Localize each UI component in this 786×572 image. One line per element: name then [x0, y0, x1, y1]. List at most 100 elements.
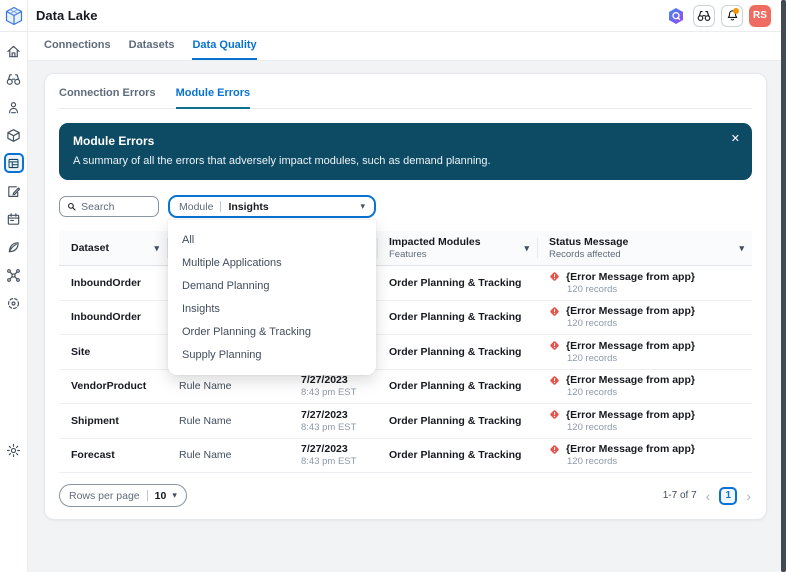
error-icon [549, 306, 560, 317]
operations-swirl-icon [6, 296, 21, 311]
leaf-icon [6, 240, 21, 255]
sort-caret-icon[interactable]: ▾ [154, 243, 159, 254]
pagination-range: 1-7 of 7 [663, 490, 697, 501]
dropdown-option-all[interactable]: All [168, 228, 376, 251]
tab-datasets[interactable]: Datasets [129, 39, 175, 60]
dropdown-option-order-planning-tracking[interactable]: Order Planning & Tracking [168, 320, 376, 343]
calendar-icon [6, 212, 21, 227]
notifications-button[interactable] [721, 5, 743, 27]
date-cell: 7/27/2023 8:43 pm EST [289, 405, 377, 437]
table-header-row: Dataset ▾ Impacted Modules Features [59, 231, 752, 266]
dropdown-option-supply-planning[interactable]: Supply Planning [168, 343, 376, 366]
dataset-cell: Forecast [59, 445, 167, 465]
dataset-cell: InboundOrder [59, 273, 167, 293]
column-header-dataset[interactable]: Dataset ▾ [59, 235, 167, 261]
table-controls: Module Insights ▾ All Multiple Applicati… [59, 195, 752, 218]
search-input[interactable] [81, 201, 151, 213]
error-subtabs: Connection Errors Module Errors [59, 87, 752, 109]
pagination: 1-7 of 7 ‹ 1 › [663, 487, 752, 505]
dropdown-option-multiple-applications[interactable]: Multiple Applications [168, 251, 376, 274]
module-select-label: Module [179, 201, 213, 213]
module-select[interactable]: Module Insights ▾ [168, 195, 376, 218]
subtab-module-errors[interactable]: Module Errors [176, 87, 251, 109]
table-row: InboundOrder Rule Name 7/27/2023 8:43 pm… [59, 301, 752, 336]
search-field[interactable] [59, 196, 159, 217]
sidebar-item-insights[interactable] [4, 69, 24, 89]
dataset-cell: InboundOrder [59, 307, 167, 327]
page-title: Data Lake [36, 8, 97, 23]
settings-gear-icon [6, 443, 21, 458]
network-nodes-icon [6, 268, 21, 283]
tab-connections[interactable]: Connections [44, 39, 111, 60]
sidebar-item-operations[interactable] [4, 293, 24, 313]
modules-cell: Order Planning & Tracking [377, 273, 537, 293]
rule-cell: Rule Name [167, 445, 289, 465]
table-row: Site Rule Name 7/27/2023 8:43 pm EST Ord… [59, 335, 752, 370]
search-button[interactable] [693, 5, 715, 27]
rows-per-page-select[interactable]: Rows per page 10 ▾ [59, 484, 187, 507]
top-bar: Data Lake [28, 0, 781, 32]
sidebar-item-home[interactable] [4, 41, 24, 61]
primary-tabs: Connections Datasets Data Quality [28, 32, 781, 61]
sidebar-item-plans[interactable] [4, 181, 24, 201]
status-cell: {Error Message from app} 120 records [537, 439, 752, 471]
banner-title: Module Errors [73, 134, 738, 148]
previous-page-icon[interactable]: ‹ [705, 489, 712, 503]
error-icon [549, 444, 560, 455]
chevron-down-icon: ▾ [360, 202, 365, 211]
status-cell: {Error Message from app} 120 records [537, 301, 752, 333]
user-avatar[interactable]: RS [749, 5, 771, 27]
dropdown-option-demand-planning[interactable]: Demand Planning [168, 274, 376, 297]
table-row: VendorProduct Rule Name 7/27/2023 8:43 p… [59, 370, 752, 405]
banner-close-icon[interactable]: ✕ [731, 132, 740, 145]
sidebar-item-data-lake[interactable] [4, 153, 24, 173]
dataset-cell: Shipment [59, 411, 167, 431]
modules-cell: Order Planning & Tracking [377, 376, 537, 396]
column-header-status-message[interactable]: Status Message Records affected ▾ [537, 235, 752, 261]
app-logo[interactable] [0, 0, 28, 32]
tab-data-quality[interactable]: Data Quality [192, 39, 256, 60]
dataset-cell: VendorProduct [59, 376, 167, 396]
dataset-cell: Site [59, 342, 167, 362]
sidebar-item-settings[interactable] [4, 440, 24, 460]
column-header-impacted-modules[interactable]: Impacted Modules Features ▾ [377, 235, 537, 261]
status-cell: {Error Message from app} 120 records [537, 405, 752, 437]
rule-cell: Rule Name [167, 376, 289, 396]
supply-chain-cube-logo-icon [4, 6, 24, 26]
date-cell: 7/27/2023 8:43 pm EST [289, 370, 377, 402]
date-cell: 7/27/2023 8:43 pm EST [289, 439, 377, 471]
sort-caret-icon[interactable]: ▾ [524, 243, 529, 254]
modules-cell: Order Planning & Tracking [377, 411, 537, 431]
modules-cell: Order Planning & Tracking [377, 307, 537, 327]
table-row: Shipment Rule Name 7/27/2023 8:43 pm EST… [59, 404, 752, 439]
status-cell: {Error Message from app} 120 records [537, 336, 752, 368]
next-page-icon[interactable]: › [745, 489, 752, 503]
scrollbar[interactable] [781, 0, 786, 572]
module-select-value: Insights [228, 201, 268, 213]
sidebar-item-sustainability[interactable] [4, 237, 24, 257]
sidebar-item-calendar[interactable] [4, 209, 24, 229]
sidebar-item-track[interactable] [4, 97, 24, 117]
notepad-edit-icon [6, 184, 21, 199]
status-cell: {Error Message from app} 120 records [537, 267, 752, 299]
subtab-connection-errors[interactable]: Connection Errors [59, 87, 156, 109]
rule-cell: Rule Name [167, 411, 289, 431]
sidebar-nav [0, 32, 28, 572]
dropdown-option-insights[interactable]: Insights [168, 297, 376, 320]
main-content: Connections Datasets Data Quality Connec… [28, 32, 781, 572]
chevron-down-icon: ▾ [172, 491, 177, 500]
banner-description: A summary of all the errors that adverse… [73, 155, 738, 167]
sort-caret-icon[interactable]: ▾ [739, 243, 744, 254]
sidebar-item-network[interactable] [4, 265, 24, 285]
table-row: Forecast Rule Name 7/27/2023 8:43 pm EST… [59, 439, 752, 474]
sidebar-item-products[interactable] [4, 125, 24, 145]
person-location-icon [6, 100, 21, 115]
modules-cell: Order Planning & Tracking [377, 445, 537, 465]
modules-cell: Order Planning & Tracking [377, 342, 537, 362]
status-cell: {Error Message from app} 120 records [537, 370, 752, 402]
page-number-button[interactable]: 1 [719, 487, 737, 505]
app-window: Data Lake [0, 0, 781, 572]
assistant-button[interactable] [665, 5, 687, 27]
amazon-q-icon [667, 7, 685, 25]
table-footer: Rows per page 10 ▾ 1-7 of 7 ‹ 1 › [59, 484, 752, 507]
